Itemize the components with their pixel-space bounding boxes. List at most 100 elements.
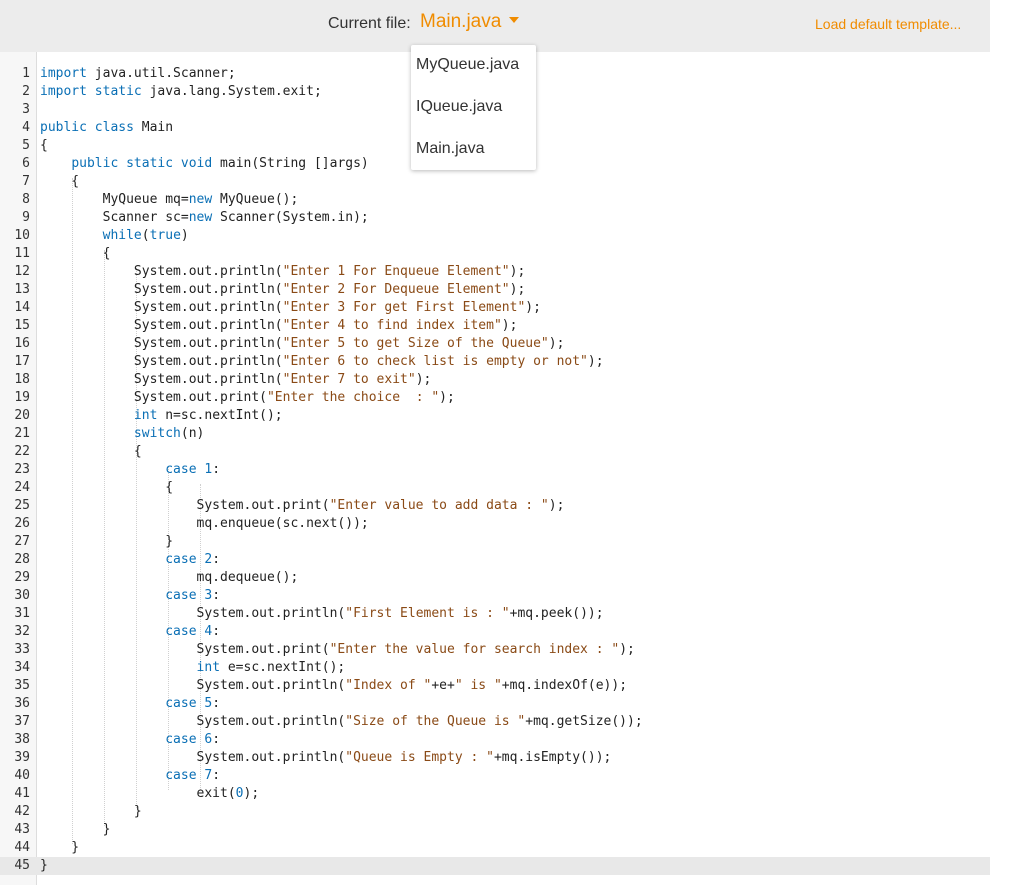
code-line[interactable]: 20 int n=sc.nextInt(); — [0, 407, 990, 425]
line-number: 31 — [14, 606, 30, 621]
line-number: 38 — [14, 732, 30, 747]
line-number: 1 — [22, 66, 30, 81]
file-dropdown-menu: MyQueue.java IQueue.java Main.java — [411, 45, 536, 170]
line-number: 8 — [22, 192, 30, 207]
code-text: { — [40, 138, 48, 153]
code-line[interactable]: 7 { — [0, 173, 990, 191]
code-text: System.out.print("Enter value to add dat… — [40, 498, 565, 513]
line-number: 30 — [14, 588, 30, 603]
code-line[interactable]: 23 case 1: — [0, 461, 990, 479]
line-number: 4 — [22, 120, 30, 135]
code-line[interactable]: 11 { — [0, 245, 990, 263]
load-default-template-link[interactable]: Load default template... — [815, 16, 961, 32]
file-menu-item[interactable]: Main.java — [416, 140, 484, 158]
code-text: System.out.println("Enter 6 to check lis… — [40, 354, 604, 369]
code-text: System.out.println("Queue is Empty : "+m… — [40, 750, 612, 765]
line-number: 11 — [14, 246, 30, 261]
code-line[interactable]: 22 { — [0, 443, 990, 461]
code-text: mq.enqueue(sc.next()); — [40, 516, 369, 531]
code-line[interactable]: 24 { — [0, 479, 990, 497]
line-number: 39 — [14, 750, 30, 765]
code-line[interactable]: 45} — [0, 857, 990, 875]
line-number: 35 — [14, 678, 30, 693]
code-line[interactable]: 18 System.out.println("Enter 7 to exit")… — [0, 371, 990, 389]
code-line[interactable]: 35 System.out.println("Index of "+e+" is… — [0, 677, 990, 695]
code-text: import static java.lang.System.exit; — [40, 84, 322, 99]
code-line[interactable]: 30 case 3: — [0, 587, 990, 605]
line-number: 10 — [14, 228, 30, 243]
file-menu-item[interactable]: IQueue.java — [416, 98, 502, 116]
current-file-selector[interactable]: Main.java — [420, 11, 520, 33]
line-number: 15 — [14, 318, 30, 333]
code-line[interactable]: 16 System.out.println("Enter 5 to get Si… — [0, 335, 990, 353]
code-line[interactable]: 26 mq.enqueue(sc.next()); — [0, 515, 990, 533]
code-line[interactable]: 14 System.out.println("Enter 3 For get F… — [0, 299, 990, 317]
code-line[interactable]: 21 switch(n) — [0, 425, 990, 443]
code-line[interactable]: 33 System.out.print("Enter the value for… — [0, 641, 990, 659]
code-text: System.out.println("Size of the Queue is… — [40, 714, 643, 729]
code-line[interactable]: 43 } — [0, 821, 990, 839]
code-editor[interactable]: 1 import java.util.Scanner; 2 import static… — [0, 52, 990, 885]
line-number: 34 — [14, 660, 30, 675]
code-text: { — [40, 174, 80, 189]
line-number: 26 — [14, 516, 30, 531]
code-line[interactable]: 42 } — [0, 803, 990, 821]
current-file-name: Main.java — [420, 11, 502, 32]
code-text: System.out.println("Enter 1 For Enqueue … — [40, 264, 526, 279]
line-number: 3 — [22, 102, 30, 117]
code-text: case 4: — [165, 624, 221, 639]
code-text: System.out.println("Enter 3 For get Firs… — [40, 300, 541, 315]
code-text: { — [40, 480, 174, 495]
code-text: case 5: — [165, 696, 221, 711]
code-text: System.out.print("Enter the choice : "); — [40, 390, 455, 405]
code-text: System.out.println("Enter 2 For Dequeue … — [40, 282, 526, 297]
code-text: while(true) — [102, 228, 189, 243]
current-file-label: Current file: — [328, 15, 411, 32]
line-number: 41 — [14, 786, 30, 801]
code-line[interactable]: 36 case 5: — [0, 695, 990, 713]
chevron-down-icon — [509, 16, 520, 23]
code-line[interactable]: 31 System.out.println("First Element is … — [0, 605, 990, 623]
line-number: 21 — [14, 426, 30, 441]
code-line[interactable]: 8 MyQueue mq=new MyQueue(); — [0, 191, 990, 209]
code-line[interactable]: 25 System.out.print("Enter value to add … — [0, 497, 990, 515]
line-number: 24 — [14, 480, 30, 495]
line-number: 28 — [14, 552, 30, 567]
code-line[interactable]: 27 } — [0, 533, 990, 551]
code-text: case 6: — [165, 732, 221, 747]
code-line[interactable]: 15 System.out.println("Enter 4 to find i… — [0, 317, 990, 335]
right-margin — [990, 0, 1022, 885]
code-line[interactable]: 28 case 2: — [0, 551, 990, 569]
code-line[interactable]: 32 case 4: — [0, 623, 990, 641]
code-text: Scanner sc=new Scanner(System.in); — [40, 210, 369, 225]
line-number: 33 — [14, 642, 30, 657]
code-text: System.out.print("Enter the value for se… — [40, 642, 635, 657]
code-text: switch(n) — [133, 426, 205, 441]
line-number: 32 — [14, 624, 30, 639]
code-line[interactable]: 40 case 7: — [0, 767, 990, 785]
code-text: case 3: — [165, 588, 221, 603]
code-line[interactable]: 44 } — [0, 839, 990, 857]
code-line[interactable]: 19 System.out.print("Enter the choice : … — [0, 389, 990, 407]
code-line[interactable]: 37 System.out.println("Size of the Queue… — [0, 713, 990, 731]
code-line[interactable]: 10 while(true) — [0, 227, 990, 245]
code-line[interactable]: 39 System.out.println("Queue is Empty : … — [0, 749, 990, 767]
line-number: 19 — [14, 390, 30, 405]
line-number: 13 — [14, 282, 30, 297]
file-menu-item[interactable]: MyQueue.java — [416, 56, 519, 74]
line-number: 9 — [22, 210, 30, 225]
code-line[interactable]: 34 int e=sc.nextInt(); — [0, 659, 990, 677]
code-line[interactable]: 17 System.out.println("Enter 6 to check … — [0, 353, 990, 371]
code-line[interactable]: 29 mq.dequeue(); — [0, 569, 990, 587]
line-number: 7 — [22, 174, 30, 189]
code-text: exit(0); — [40, 786, 260, 801]
code-line[interactable]: 13 System.out.println("Enter 2 For Deque… — [0, 281, 990, 299]
line-number: 44 — [14, 840, 30, 855]
code-line[interactable]: 38 case 6: — [0, 731, 990, 749]
code-line[interactable]: 41 exit(0); — [0, 785, 990, 803]
code-line[interactable]: 12 System.out.println("Enter 1 For Enque… — [0, 263, 990, 281]
line-number: 36 — [14, 696, 30, 711]
code-text: mq.dequeue(); — [40, 570, 299, 585]
code-text: System.out.println("Enter 7 to exit"); — [40, 372, 432, 387]
code-line[interactable]: 9 Scanner sc=new Scanner(System.in); — [0, 209, 990, 227]
